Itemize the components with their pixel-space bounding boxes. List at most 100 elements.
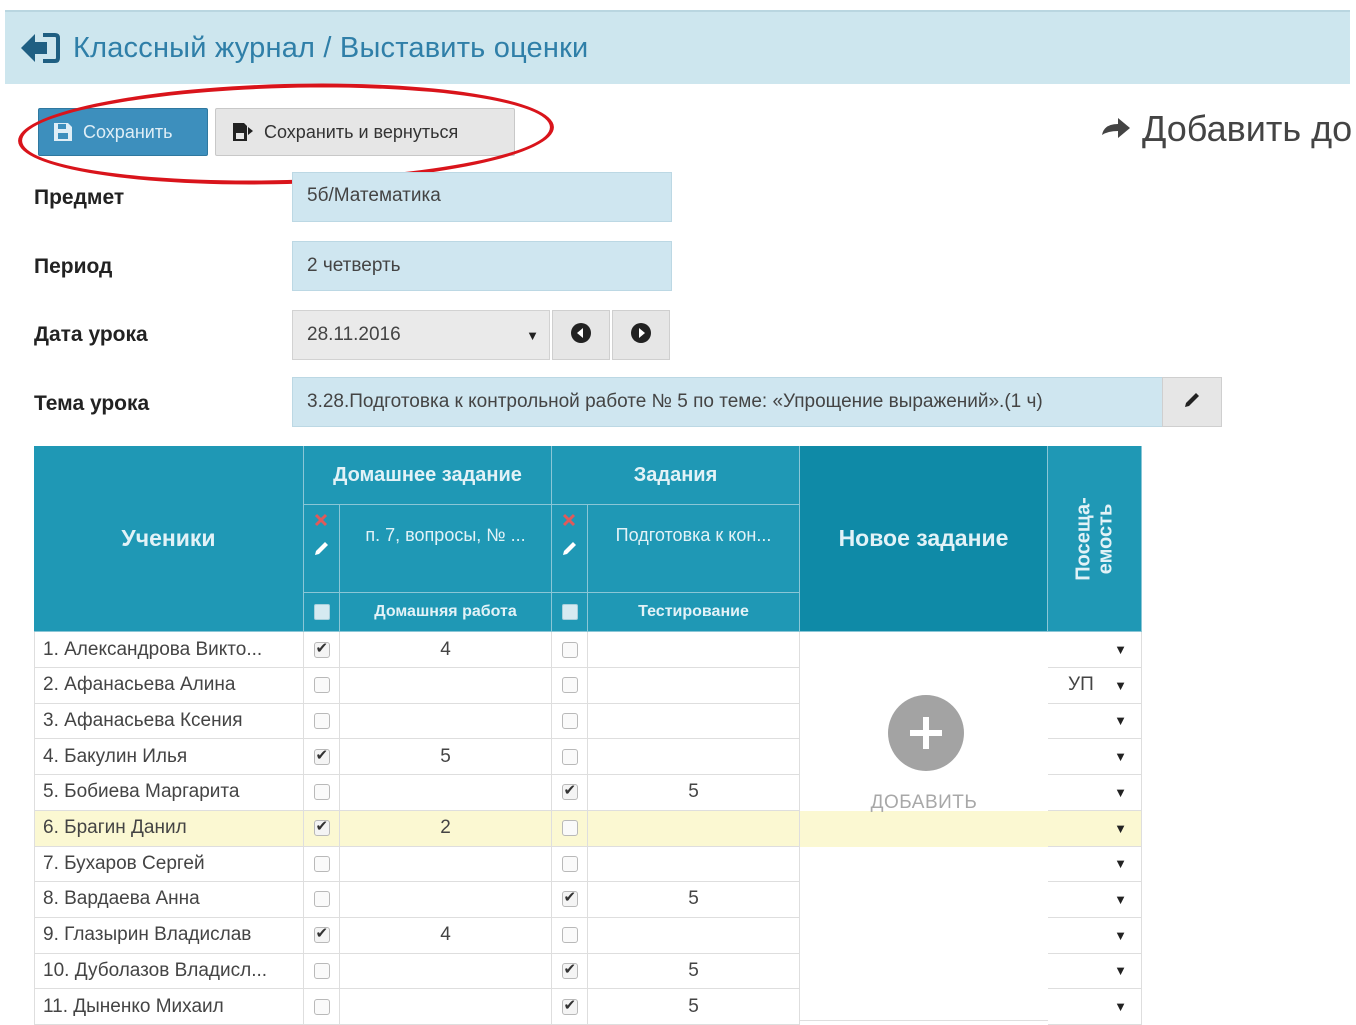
homework-check-cell[interactable] <box>304 703 340 740</box>
checkbox[interactable] <box>313 962 330 979</box>
task-check-cell[interactable] <box>552 667 588 704</box>
add-link[interactable]: Добавить до <box>1100 108 1352 150</box>
task-check-cell[interactable] <box>552 703 588 740</box>
task-grade[interactable]: 5 <box>588 774 800 811</box>
task-check-cell[interactable] <box>552 953 588 990</box>
attendance-select[interactable]: ▼ <box>1048 703 1142 740</box>
homework-grade[interactable] <box>340 881 552 918</box>
checkbox[interactable] <box>561 641 578 658</box>
homework-check-cell[interactable] <box>304 881 340 918</box>
new-task-header[interactable]: Новое задание <box>800 446 1048 632</box>
homework-check-cell[interactable] <box>304 989 340 1025</box>
attendance-select[interactable]: ▼ <box>1048 917 1142 954</box>
remove-icon[interactable] <box>314 513 328 527</box>
checkbox[interactable] <box>313 639 330 658</box>
homework-task-title[interactable]: п. 7, вопросы, № ... <box>340 505 552 593</box>
attendance-select[interactable]: ▼ <box>1048 774 1142 811</box>
checkbox[interactable] <box>313 712 330 729</box>
task-check-cell[interactable] <box>552 810 588 847</box>
task-check-cell[interactable] <box>552 739 588 776</box>
checkbox[interactable] <box>561 960 578 979</box>
checkbox[interactable] <box>313 746 330 765</box>
date-prev-button[interactable] <box>552 310 610 360</box>
homework-check-cell[interactable] <box>304 667 340 704</box>
tasks-task-title[interactable]: Подготовка к кон... <box>588 505 800 593</box>
attendance-select[interactable]: ▼ <box>1048 739 1142 776</box>
checkbox[interactable] <box>561 604 578 620</box>
checkbox[interactable] <box>561 927 578 944</box>
homework-check-cell[interactable] <box>304 917 340 954</box>
tasks-select-all[interactable] <box>552 593 588 632</box>
checkbox[interactable] <box>313 998 330 1015</box>
task-check-cell[interactable] <box>552 846 588 883</box>
task-check-cell[interactable] <box>552 989 588 1025</box>
edit-topic-button[interactable] <box>1162 377 1222 427</box>
back-icon[interactable] <box>17 31 61 65</box>
checkbox[interactable] <box>561 820 578 836</box>
homework-grade[interactable]: 2 <box>340 810 552 847</box>
task-grade[interactable] <box>588 703 800 740</box>
task-grade[interactable] <box>588 739 800 776</box>
checkbox[interactable] <box>561 748 578 765</box>
checkbox[interactable] <box>313 817 330 836</box>
checkbox[interactable] <box>561 888 578 908</box>
task-check-cell[interactable] <box>552 881 588 918</box>
attendance-select[interactable]: ▼ <box>1048 810 1142 847</box>
task-grade[interactable] <box>588 667 800 704</box>
task-check-cell[interactable] <box>552 774 588 811</box>
attendance-select[interactable]: ▼ <box>1048 846 1142 883</box>
checkbox[interactable] <box>313 855 330 872</box>
period-field[interactable]: 2 четверть <box>292 241 672 291</box>
checkbox[interactable] <box>313 891 330 908</box>
subject-field[interactable]: 5б/Математика <box>292 172 672 222</box>
checkbox[interactable] <box>313 924 330 944</box>
homework-grade[interactable] <box>340 953 552 990</box>
task-check-cell[interactable] <box>552 632 588 668</box>
task-grade[interactable]: 5 <box>588 953 800 990</box>
attendance-select[interactable]: УП ▼ <box>1048 667 1142 704</box>
homework-check-cell[interactable] <box>304 774 340 811</box>
homework-grade[interactable] <box>340 703 552 740</box>
date-select[interactable]: 28.11.2016 ▼ <box>292 310 550 360</box>
topic-field[interactable]: 3.28.Подготовка к контрольной работе № 5… <box>292 377 1164 427</box>
date-next-button[interactable] <box>612 310 670 360</box>
save-and-return-button[interactable]: Сохранить и вернуться <box>215 108 515 156</box>
homework-grade[interactable] <box>340 774 552 811</box>
checkbox[interactable] <box>561 677 578 694</box>
attendance-select[interactable]: ▼ <box>1048 632 1142 668</box>
homework-grade[interactable] <box>340 846 552 883</box>
homework-check-cell[interactable] <box>304 810 340 847</box>
pencil-icon[interactable] <box>561 539 579 557</box>
homework-grade[interactable] <box>340 667 552 704</box>
add-task-area[interactable]: ДОБАВИТЬ <box>800 632 1048 1021</box>
save-button[interactable]: Сохранить <box>38 108 208 156</box>
homework-grade[interactable]: 5 <box>340 739 552 776</box>
task-grade[interactable] <box>588 632 800 668</box>
homework-grade[interactable]: 4 <box>340 917 552 954</box>
attendance-select[interactable]: ▼ <box>1048 989 1142 1025</box>
checkbox[interactable] <box>561 996 578 1015</box>
homework-grade[interactable]: 4 <box>340 632 552 668</box>
homework-check-cell[interactable] <box>304 846 340 883</box>
pencil-icon[interactable] <box>313 539 331 557</box>
plus-circle-icon[interactable] <box>888 695 964 771</box>
homework-select-all[interactable] <box>304 593 340 632</box>
attendance-select[interactable]: ▼ <box>1048 881 1142 918</box>
checkbox[interactable] <box>561 712 578 729</box>
checkbox[interactable] <box>313 677 330 694</box>
task-grade[interactable] <box>588 810 800 847</box>
checkbox[interactable] <box>313 784 330 801</box>
homework-check-cell[interactable] <box>304 632 340 668</box>
task-grade[interactable] <box>588 846 800 883</box>
task-grade[interactable] <box>588 917 800 954</box>
homework-check-cell[interactable] <box>304 739 340 776</box>
checkbox[interactable] <box>313 604 330 620</box>
attendance-select[interactable]: ▼ <box>1048 953 1142 990</box>
checkbox[interactable] <box>561 855 578 872</box>
checkbox[interactable] <box>561 781 578 801</box>
task-grade[interactable]: 5 <box>588 881 800 918</box>
remove-icon[interactable] <box>562 513 576 527</box>
task-grade[interactable]: 5 <box>588 989 800 1025</box>
homework-grade[interactable] <box>340 989 552 1025</box>
task-check-cell[interactable] <box>552 917 588 954</box>
